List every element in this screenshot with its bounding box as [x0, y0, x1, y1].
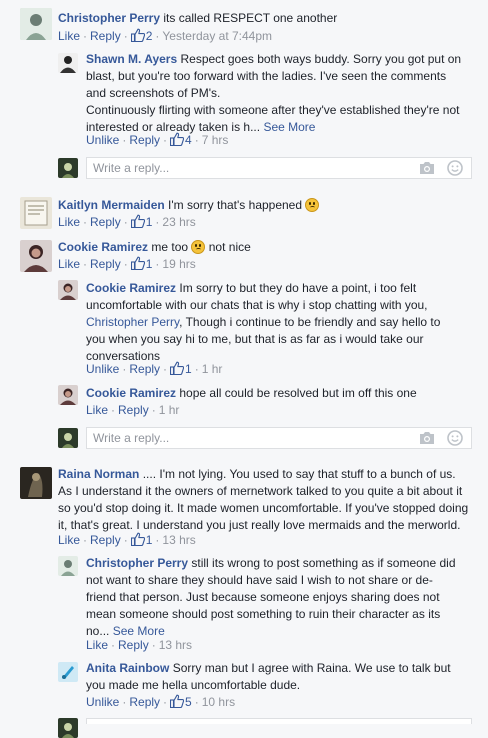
comment-text-after: not nice — [208, 240, 251, 254]
avatar[interactable] — [20, 197, 52, 229]
comment-author[interactable]: Christopher Perry — [58, 11, 160, 25]
like-link[interactable]: Like — [58, 533, 80, 547]
like-link[interactable]: Like — [58, 215, 80, 229]
timestamp[interactable]: Yesterday at 7:44pm — [162, 29, 272, 43]
avatar[interactable] — [20, 240, 52, 272]
reply-input-box[interactable] — [86, 157, 472, 179]
like-count[interactable]: 5 — [185, 695, 192, 709]
timestamp[interactable]: 19 hrs — [162, 257, 195, 271]
mention-link[interactable]: Christopher Perry — [86, 315, 179, 329]
reply-link[interactable]: Reply — [90, 215, 121, 229]
like-link[interactable]: Like — [58, 257, 80, 271]
camera-icon[interactable] — [419, 161, 435, 175]
current-user-avatar — [58, 158, 78, 178]
current-user-avatar — [58, 718, 78, 738]
thumbs-up-icon[interactable] — [131, 532, 145, 546]
reply-link[interactable]: Reply — [118, 638, 149, 652]
thumbs-up-icon[interactable] — [131, 256, 145, 270]
reply-link[interactable]: Reply — [90, 533, 121, 547]
unlike-link[interactable]: Unlike — [86, 362, 119, 376]
timestamp[interactable]: 13 hrs — [159, 638, 192, 652]
frown-emoji-icon — [305, 198, 320, 212]
like-link[interactable]: Like — [86, 638, 108, 652]
timestamp[interactable]: 1 hr — [159, 403, 180, 417]
current-user-avatar — [58, 428, 78, 448]
reply-author[interactable]: Cookie Ramirez — [86, 386, 176, 400]
reply-actions: Unlike · Reply · 5 · 10 hrs — [86, 694, 236, 709]
avatar[interactable] — [58, 385, 78, 405]
reply-actions: Unlike · Reply · 4 · 7 hrs — [86, 132, 229, 147]
reply-input-box[interactable] — [86, 718, 472, 724]
avatar[interactable] — [20, 8, 52, 40]
camera-icon[interactable] — [419, 431, 435, 445]
thumbs-up-icon[interactable] — [131, 28, 145, 42]
timestamp[interactable]: 10 hrs — [202, 695, 235, 709]
timestamp[interactable]: 13 hrs — [162, 533, 195, 547]
reply-link[interactable]: Reply — [118, 403, 149, 417]
sticker-icon[interactable] — [447, 430, 463, 446]
unlike-link[interactable]: Unlike — [86, 133, 119, 147]
comment-author[interactable]: Kaitlyn Mermaiden — [58, 198, 165, 212]
comment-actions: Like · Reply · 1 · 19 hrs — [58, 256, 196, 271]
reply-link[interactable]: Reply — [129, 133, 160, 147]
like-count[interactable]: 1 — [185, 362, 192, 376]
timestamp[interactable]: 23 hrs — [162, 215, 195, 229]
comment-actions: Like · Reply · 2 · Yesterday at 7:44pm — [58, 28, 273, 43]
comment-actions: Like · Reply · 1 · 13 hrs — [58, 532, 196, 547]
comment-text: I'm sorry that's happened — [168, 198, 303, 212]
reply-author[interactable]: Christopher Perry — [86, 556, 188, 570]
comment-text: its called RESPECT one another — [163, 11, 338, 25]
comment-actions: Like · Reply · 1 · 23 hrs — [58, 214, 196, 229]
reply-actions: Unlike · Reply · 1 · 1 hr — [86, 361, 223, 376]
sticker-icon[interactable] — [447, 160, 463, 176]
thumbs-up-icon[interactable] — [170, 132, 184, 146]
reply-input[interactable] — [93, 431, 393, 445]
reply-link[interactable]: Reply — [90, 257, 121, 271]
comment-author[interactable]: Cookie Ramirez — [58, 240, 148, 254]
reply-input[interactable] — [93, 161, 393, 175]
reply-text: hope all could be resolved but im off th… — [179, 386, 417, 400]
unlike-link[interactable]: Unlike — [86, 695, 119, 709]
like-link[interactable]: Like — [86, 403, 108, 417]
timestamp[interactable]: 1 hr — [202, 362, 223, 376]
avatar[interactable] — [20, 467, 52, 499]
timestamp[interactable]: 7 hrs — [202, 133, 229, 147]
like-count[interactable]: 4 — [185, 133, 192, 147]
comment-author[interactable]: Raina Norman — [58, 467, 139, 481]
reply-link[interactable]: Reply — [90, 29, 121, 43]
avatar[interactable] — [58, 280, 78, 300]
reply-author[interactable]: Shawn M. Ayers — [86, 52, 177, 66]
reply-author[interactable]: Anita Rainbow — [86, 661, 169, 675]
avatar[interactable] — [58, 53, 78, 73]
reply-author[interactable]: Cookie Ramirez — [86, 281, 176, 295]
avatar[interactable] — [58, 556, 78, 576]
reply-actions: Like · Reply · 1 hr — [86, 403, 180, 417]
like-link[interactable]: Like — [58, 29, 80, 43]
see-more-link[interactable]: See More — [113, 624, 165, 638]
reply-actions: Like · Reply · 13 hrs — [86, 638, 193, 652]
thumbs-up-icon[interactable] — [170, 361, 184, 375]
reply-link[interactable]: Reply — [129, 695, 160, 709]
avatar[interactable] — [58, 662, 78, 682]
reply-link[interactable]: Reply — [129, 362, 160, 376]
comment-text: me too — [151, 240, 189, 254]
frown-emoji-icon — [191, 240, 206, 254]
reply-input-box[interactable] — [86, 427, 472, 449]
thumbs-up-icon[interactable] — [170, 694, 184, 708]
thumbs-up-icon[interactable] — [131, 214, 145, 228]
see-more-link[interactable]: See More — [263, 120, 315, 134]
